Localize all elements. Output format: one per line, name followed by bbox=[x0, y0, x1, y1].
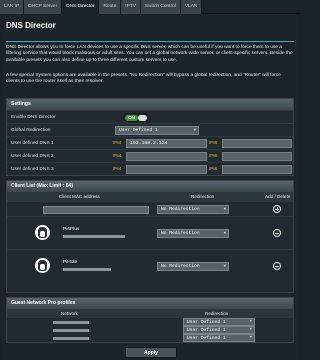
chevron-down-icon: ▼ bbox=[223, 208, 226, 212]
global-redirection-select[interactable]: User Defined 1 ▼ bbox=[115, 126, 199, 135]
guest-row: User Defined 1 ▼ bbox=[7, 326, 293, 334]
tab-bar: LAN IP DHCP Server DNS Director Route IP… bbox=[0, 0, 300, 14]
dns3-row: User defined DNS 3 IPv4 IPv6 bbox=[7, 162, 293, 175]
guest-column-headers: Network Redirection bbox=[7, 309, 293, 318]
client-redirection-select[interactable]: No Redirection ▼ bbox=[157, 262, 229, 271]
title-divider bbox=[6, 41, 294, 42]
client-redirection-selected: No Redirection bbox=[161, 231, 200, 236]
toggle-knob bbox=[138, 115, 147, 121]
client-mac-redacted bbox=[63, 268, 111, 271]
dns3-values: IPv4 IPv6 bbox=[111, 163, 293, 176]
dns2-ipv4-input[interactable] bbox=[126, 152, 207, 161]
enable-dns-director-row: Enable DNS Director ON bbox=[7, 110, 293, 123]
raspberry-pi-icon bbox=[35, 258, 50, 273]
settings-header: Settings bbox=[7, 99, 293, 110]
description-paragraph-2: A few special System options are availab… bbox=[6, 73, 281, 85]
chevron-down-icon: ▼ bbox=[223, 265, 226, 269]
dns1-row: User defined DNS 1 IPv4 192.168.2.124 IP… bbox=[7, 136, 293, 149]
client-list-header: Client List (Max Limit : 64) bbox=[7, 181, 293, 192]
client-redirection-selected: No Redirection bbox=[161, 264, 200, 269]
guest-row: User Defined 1 ▼ bbox=[7, 334, 293, 342]
tab-iptv[interactable]: IPTV bbox=[121, 0, 141, 14]
new-client-redirection-select[interactable]: No Redirection ▼ bbox=[157, 205, 229, 214]
global-redirection-selected: User Defined 1 bbox=[119, 128, 158, 133]
tab-route[interactable]: Route bbox=[99, 0, 122, 14]
client-redirection-select[interactable]: No Redirection ▼ bbox=[157, 229, 229, 238]
global-redirection-row: Global Redirection User Defined 1 ▼ bbox=[7, 123, 293, 136]
dns3-label: User defined DNS 3 bbox=[11, 167, 54, 172]
dns3-ipv4-input[interactable] bbox=[126, 165, 207, 174]
guest-redirection-selected: User Defined 1 bbox=[187, 328, 226, 333]
dns2-row: User defined DNS 2 IPv4 IPv6 bbox=[7, 149, 293, 162]
client-list-column-headers: Client MAC address Redirection Add / Del… bbox=[7, 192, 293, 201]
dns1-ipv6-input[interactable] bbox=[222, 139, 292, 148]
column-network: Network bbox=[61, 311, 78, 316]
tab-switch-control[interactable]: Switch Control bbox=[140, 0, 181, 14]
chevron-down-icon: ▼ bbox=[249, 328, 252, 332]
enable-dns-director-toggle[interactable]: ON bbox=[123, 113, 149, 122]
client-mac-input[interactable] bbox=[43, 206, 149, 214]
dns2-ipv6-input[interactable] bbox=[222, 152, 292, 161]
new-client-redirection-selected: No Redirection bbox=[161, 207, 200, 212]
guest-redirection-selected: User Defined 1 bbox=[187, 320, 226, 325]
tab-vlan[interactable]: VLAN bbox=[180, 0, 203, 14]
guest-row: User Defined 1 ▼ bbox=[7, 318, 293, 326]
guest-network-name-redacted bbox=[53, 329, 89, 332]
client-list-section: Client List (Max Limit : 64) Client MAC … bbox=[6, 180, 294, 293]
tab-lan-ip[interactable]: LAN IP bbox=[0, 0, 25, 14]
chevron-down-icon: ▼ bbox=[249, 336, 252, 340]
chevron-down-icon: ▼ bbox=[249, 320, 252, 324]
delete-client-button[interactable] bbox=[273, 229, 281, 237]
guest-network-name-redacted bbox=[53, 321, 89, 324]
client-row: PiHole No Redirection ▼ bbox=[7, 249, 293, 282]
delete-client-button[interactable] bbox=[273, 262, 281, 270]
tab-dns-director[interactable]: DNS Director bbox=[62, 0, 100, 14]
column-guest-redirection: Redirection bbox=[205, 311, 229, 316]
dns1-ipv4-input[interactable]: 192.168.2.124 bbox=[126, 139, 207, 148]
tab-dhcp-server[interactable]: DHCP Server bbox=[24, 0, 63, 14]
toggle-on-label: ON bbox=[125, 115, 138, 121]
guest-network-section: Guest Network Pro profiles Network Redir… bbox=[6, 297, 294, 343]
add-client-button[interactable] bbox=[273, 205, 281, 213]
settings-section: Settings Enable DNS Director ON Global R… bbox=[6, 98, 294, 176]
guest-redirection-select[interactable]: User Defined 1 ▼ bbox=[183, 318, 255, 326]
chevron-down-icon: ▼ bbox=[193, 129, 196, 133]
dns1-ipv4-tag: IPv4 bbox=[113, 140, 122, 145]
tab-bar-filler bbox=[202, 0, 300, 13]
guest-redirection-selected: User Defined 1 bbox=[187, 336, 226, 341]
raspberry-pi-icon bbox=[35, 225, 50, 240]
description-paragraph-1: DNS Director allows you to force LAN dev… bbox=[6, 45, 293, 63]
guest-redirection-select[interactable]: User Defined 1 ▼ bbox=[183, 326, 255, 334]
column-client-mac: Client MAC address bbox=[59, 194, 100, 199]
dns3-ipv6-tag: IPv6 bbox=[209, 166, 218, 171]
apply-button[interactable]: Apply bbox=[125, 347, 177, 358]
client-name: PiHole bbox=[63, 260, 78, 265]
client-name: Pi4Plus bbox=[63, 227, 80, 232]
guest-redirection-select[interactable]: User Defined 1 ▼ bbox=[183, 334, 255, 342]
dns-director-page: DNS Director DNS Director allows you to … bbox=[2, 14, 298, 360]
column-add-delete: Add / Delete bbox=[265, 194, 291, 199]
column-redirection: Redirection bbox=[191, 194, 215, 199]
client-row: Pi4Plus No Redirection ▼ bbox=[7, 216, 293, 249]
dns3-ipv6-input[interactable] bbox=[222, 165, 292, 174]
client-mac-redacted bbox=[63, 235, 125, 238]
dns3-ipv4-tag: IPv4 bbox=[113, 166, 122, 171]
dns1-ipv6-tag: IPv6 bbox=[209, 140, 218, 145]
page-title: DNS Director bbox=[6, 21, 56, 30]
chevron-down-icon: ▼ bbox=[223, 232, 226, 236]
dns2-ipv4-tag: IPv4 bbox=[113, 153, 122, 158]
dns2-ipv6-tag: IPv6 bbox=[209, 153, 218, 158]
new-client-row: No Redirection ▼ bbox=[7, 201, 293, 216]
guest-network-header: Guest Network Pro profiles bbox=[7, 298, 293, 309]
guest-network-name-redacted bbox=[53, 337, 89, 340]
